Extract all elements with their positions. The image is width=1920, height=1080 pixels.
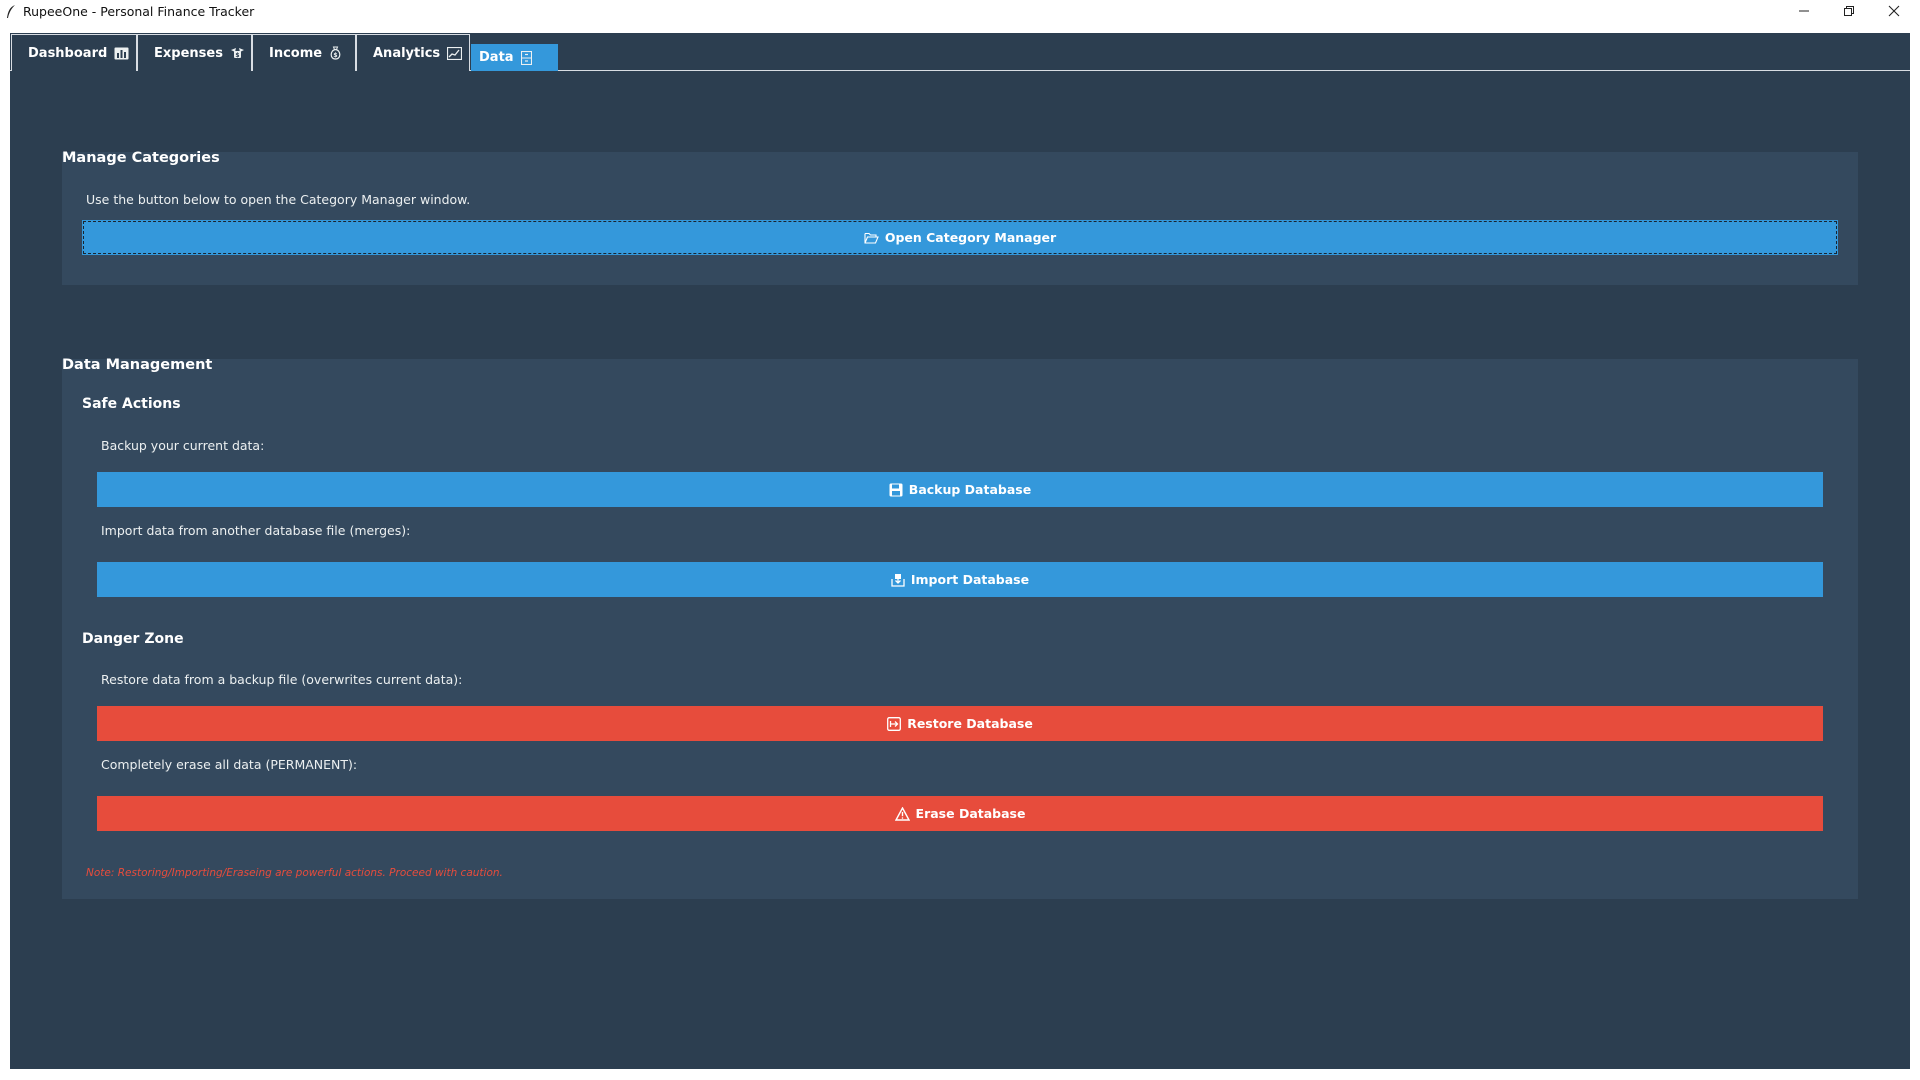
svg-text:$: $ — [334, 52, 338, 59]
data-tab-content: Manage Categories Use the button below t… — [10, 71, 1910, 1069]
money-wings-icon: $ — [230, 47, 245, 60]
data-management-section-title: Data Management — [62, 357, 213, 373]
title-bar[interactable]: RupeeOne - Personal Finance Tracker — [0, 0, 1920, 24]
button-label: Erase Database — [915, 806, 1026, 821]
safe-actions-title: Safe Actions — [82, 396, 181, 412]
import-database-button[interactable]: Import Database — [97, 562, 1823, 597]
button-label: Open Category Manager — [884, 230, 1057, 245]
restore-box-icon — [887, 716, 902, 731]
money-bag-icon: $ — [329, 46, 342, 60]
minimize-button[interactable] — [1782, 0, 1826, 22]
erase-database-button[interactable]: Erase Database — [97, 796, 1823, 831]
file-cabinet-icon — [520, 50, 532, 65]
tab-data[interactable]: Data — [471, 44, 558, 71]
chart-icon — [114, 47, 129, 60]
tab-label: Expenses — [154, 45, 223, 61]
tab-label: Data — [479, 50, 514, 65]
categories-section-title: Manage Categories — [62, 150, 220, 166]
import-label: Import data from another database file (… — [101, 523, 411, 538]
minimize-icon — [1798, 2, 1810, 21]
restore-database-button[interactable]: Restore Database — [97, 706, 1823, 741]
tab-label: Analytics — [373, 45, 441, 61]
erase-label: Completely erase all data (PERMANENT): — [101, 757, 358, 772]
tab-income[interactable]: Income $ — [252, 34, 356, 71]
tab-label: Dashboard — [28, 45, 108, 61]
caution-note: Note: Restoring/Importing/Eraseing are p… — [86, 867, 503, 879]
button-label: Restore Database — [907, 716, 1033, 731]
categories-description: Use the button below to open the Categor… — [86, 192, 471, 207]
button-label: Import Database — [910, 572, 1030, 587]
restore-label: Restore data from a backup file (overwri… — [101, 672, 463, 687]
backup-database-button[interactable]: Backup Database — [97, 472, 1823, 507]
warning-icon — [894, 806, 910, 821]
categories-panel — [62, 152, 1858, 285]
tab-analytics[interactable]: Analytics — [356, 34, 470, 71]
restore-icon — [1843, 2, 1855, 21]
close-button[interactable] — [1872, 0, 1916, 22]
client-area: Dashboard Expenses $ Income $ Analytics … — [0, 24, 1920, 1080]
tab-label: Income — [269, 45, 323, 61]
window-title: RupeeOne - Personal Finance Tracker — [23, 4, 255, 19]
close-icon — [1888, 2, 1900, 21]
backup-label: Backup your current data: — [101, 438, 265, 453]
restore-button[interactable] — [1827, 0, 1871, 22]
app-window: RupeeOne - Personal Finance Tracker Dash… — [0, 0, 1920, 1080]
chart-increasing-icon — [447, 46, 463, 60]
button-label: Backup Database — [908, 482, 1032, 497]
danger-zone-title: Danger Zone — [82, 631, 184, 647]
svg-text:$: $ — [235, 52, 239, 59]
inbox-tray-icon — [891, 573, 905, 587]
open-folder-icon — [864, 232, 879, 244]
tab-bar: Dashboard Expenses $ Income $ Analytics … — [10, 33, 1910, 71]
tab-notebook: Dashboard Expenses $ Income $ Analytics … — [10, 33, 1910, 1069]
tab-dashboard[interactable]: Dashboard — [11, 34, 137, 71]
open-category-manager-button[interactable]: Open Category Manager — [82, 220, 1838, 255]
feather-icon — [5, 4, 17, 20]
tab-expenses[interactable]: Expenses $ — [137, 34, 252, 71]
floppy-disk-icon — [889, 483, 903, 497]
